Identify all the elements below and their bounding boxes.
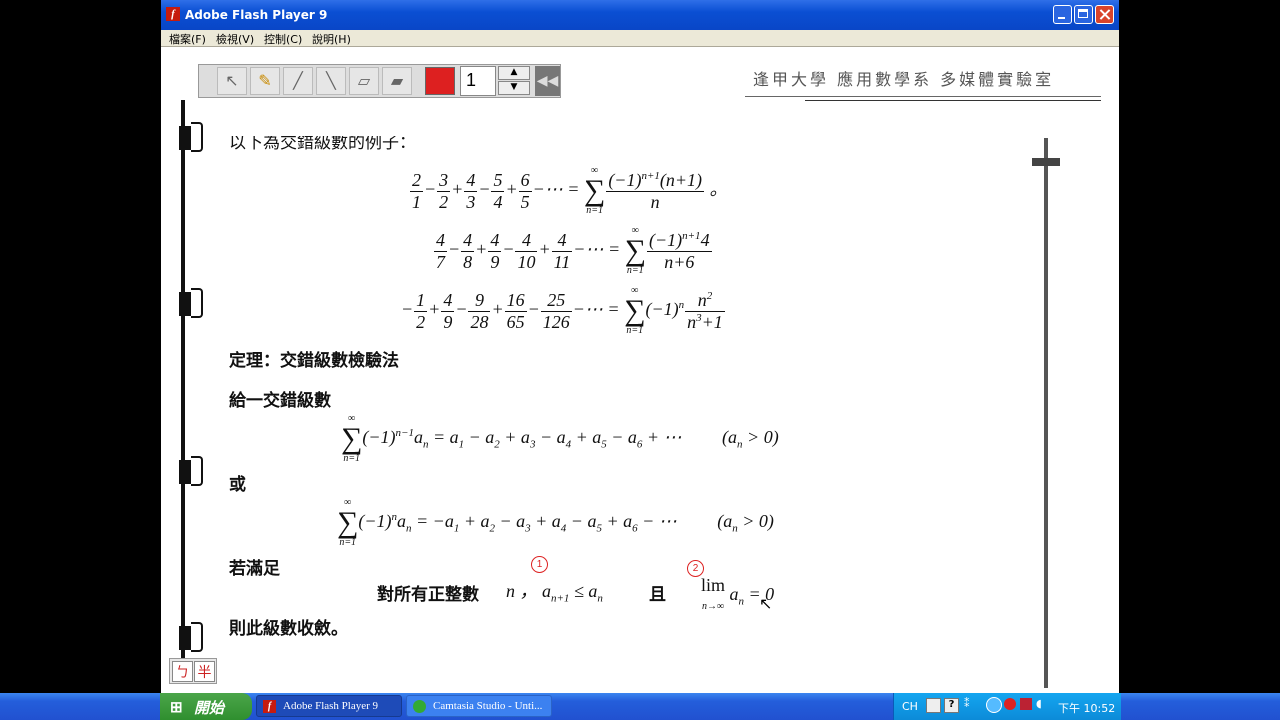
- start-button[interactable]: ⊞ 開始: [160, 693, 252, 720]
- half-width-button[interactable]: 半: [194, 661, 215, 682]
- windows-logo-icon: ⊞: [170, 699, 183, 716]
- given-text: 給一交錯級數: [229, 391, 331, 411]
- binder-ring: [179, 622, 207, 652]
- drawing-toolbar: ↖ ✎ ╱ ╲ ▱ ▰ 1 ▲ ▼ ◀◀: [198, 64, 561, 98]
- scrollbar-thumb[interactable]: [1032, 158, 1060, 166]
- corner-button-group: ㄅ 半: [169, 658, 217, 684]
- header-rule: [745, 96, 1101, 97]
- alternating-series-form-2: ∞ ∑ n=1(−1)nan = −a1 + a2 − a3 + a4 − a5 +…: [337, 497, 774, 548]
- flash-player-window: f Adobe Flash Player 9 檔案(F) 檢視(V) 控制(C)…: [161, 0, 1119, 693]
- color-picker[interactable]: [425, 67, 455, 95]
- clear-eraser-tool-icon[interactable]: ▰: [382, 67, 412, 95]
- and-text: 且: [649, 585, 666, 605]
- notebook-spine: [181, 100, 185, 660]
- header-rule-2: [805, 100, 1101, 101]
- title-bar[interactable]: f Adobe Flash Player 9: [161, 0, 1119, 30]
- menu-help[interactable]: 說明(H): [312, 31, 351, 47]
- record-icon[interactable]: [1004, 698, 1016, 710]
- stepper-up-icon[interactable]: ▲: [498, 66, 530, 80]
- task-camtasia[interactable]: Camtasia Studio - Unti...: [406, 695, 552, 717]
- binder-ring: [179, 122, 207, 152]
- help-icon[interactable]: ?: [944, 698, 959, 713]
- stepper-down-icon[interactable]: ▼: [498, 81, 530, 95]
- highlighter-tool-icon[interactable]: ╱: [283, 67, 313, 95]
- antivirus-icon[interactable]: [1020, 698, 1032, 710]
- flash-app-icon: f: [166, 7, 180, 21]
- menu-control[interactable]: 控制(C): [264, 31, 302, 47]
- task-label: Camtasia Studio - Unti...: [433, 700, 543, 712]
- scrollbar-track[interactable]: [1044, 138, 1048, 688]
- intro-text: 以下為交錯級數的例子：: [229, 133, 416, 153]
- menu-file[interactable]: 檔案(F): [169, 31, 206, 47]
- bopomofo-button[interactable]: ㄅ: [172, 661, 193, 682]
- language-indicator[interactable]: CH: [902, 700, 918, 713]
- close-button[interactable]: [1095, 5, 1114, 24]
- page-header-title: 逢甲大學 應用數學系 多媒體實驗室: [753, 70, 1055, 89]
- condition-text: 對所有正整數: [377, 585, 479, 605]
- back-icon[interactable]: [986, 697, 1002, 713]
- volume-icon[interactable]: ◖: [1036, 697, 1042, 710]
- or-text: 或: [229, 475, 246, 495]
- clock: 下午 10:52: [1058, 702, 1116, 715]
- conclusion-text: 則此級數收斂。: [229, 619, 348, 639]
- mouse-cursor-icon: ↖: [759, 594, 773, 613]
- pencil-tool-icon[interactable]: ✎: [250, 67, 280, 95]
- window-title: Adobe Flash Player 9: [185, 8, 328, 22]
- alternating-series-form-1: ∞ ∑ n=1(−1)n−1an = a1 − a2 + a3 − a4 + a5 …: [341, 413, 779, 464]
- theorem-heading: 定理：交錯級數檢驗法: [229, 351, 399, 371]
- task-flash-player[interactable]: f Adobe Flash Player 9: [256, 695, 402, 717]
- rewind-icon[interactable]: ◀◀: [535, 66, 560, 96]
- example-series-2: 4 7−4 8 +4 9−4 10 +4 11 −⋯ = ∞ ∑ n=1 (−1)n+14 n+6: [434, 225, 712, 276]
- example-series-3: −1 2 +4 9−9 28 +16 65−25 126 −⋯ = ∞ ∑ n=1(−1)n n2 n3…: [401, 285, 725, 336]
- flash-task-icon: f: [263, 700, 276, 713]
- menu-bar: 檔案(F) 檢視(V) 控制(C) 說明(H): [161, 30, 1119, 47]
- system-tray: CH ? ⁑ ◖ 下午 10:52: [893, 693, 1121, 720]
- condition-1-math: n ， an+1 ≤ an: [506, 581, 603, 605]
- caret-icon[interactable]: ⁑: [964, 697, 970, 710]
- page-number-input[interactable]: 1: [460, 66, 496, 96]
- binder-ring: [179, 288, 207, 318]
- binder-ring: [179, 456, 207, 486]
- start-label: 開始: [194, 700, 225, 717]
- line-tool-icon[interactable]: ╲: [316, 67, 346, 95]
- task-label: Adobe Flash Player 9: [283, 700, 379, 712]
- camtasia-task-icon: [413, 700, 426, 713]
- minimize-button[interactable]: [1053, 5, 1072, 24]
- maximize-button[interactable]: [1074, 5, 1093, 24]
- example-series-1: 2 1−3 2 +4 3−5 4 +6 5 −⋯ = ∞ ∑ n=1 (−1)n+1(n+1) n 。: [410, 165, 728, 216]
- ime-icon[interactable]: [926, 698, 941, 713]
- annotation-circle-1: 1: [531, 556, 548, 573]
- menu-view[interactable]: 檢視(V): [216, 31, 254, 47]
- arrow-tool-icon[interactable]: ↖: [217, 67, 247, 95]
- if-text: 若滿足: [229, 559, 280, 579]
- eraser-tool-icon[interactable]: ▱: [349, 67, 379, 95]
